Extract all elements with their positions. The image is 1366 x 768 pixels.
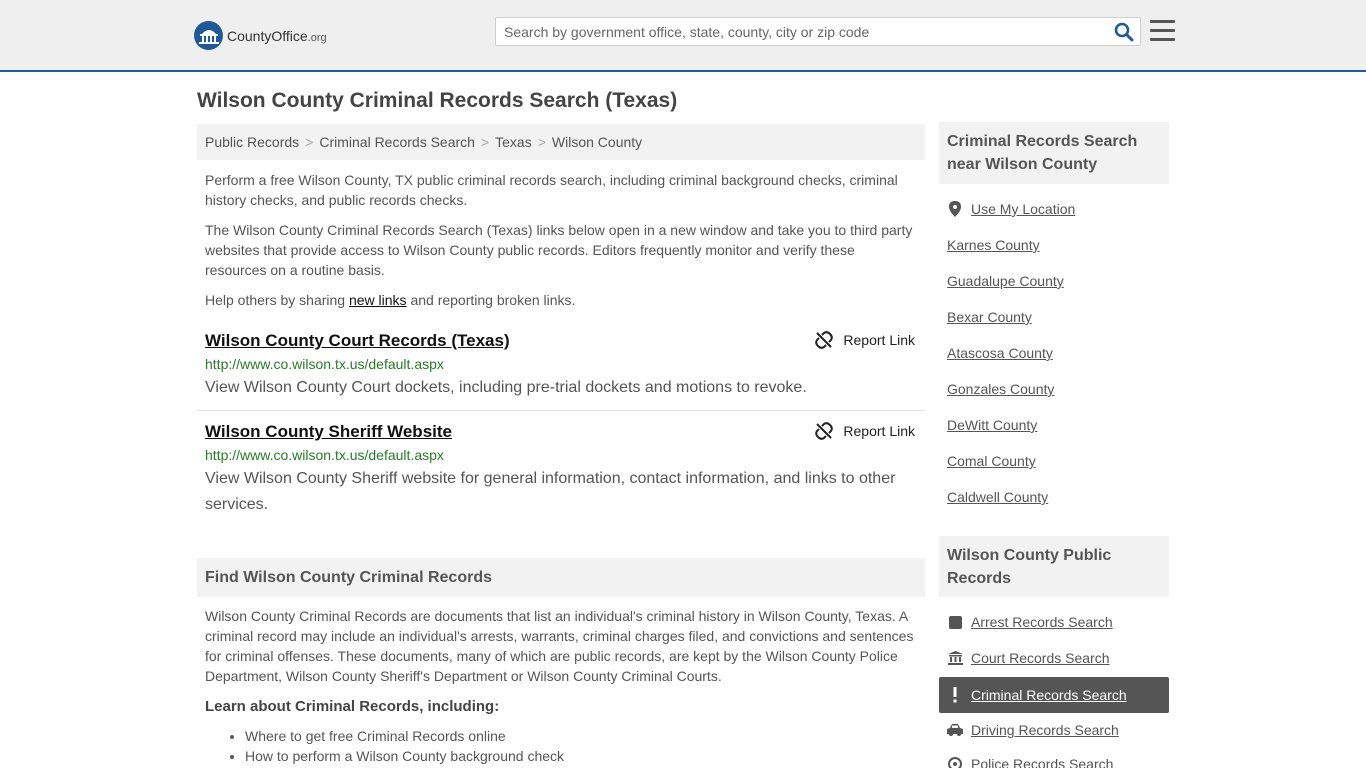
nearby-county-link[interactable]: Atascosa County [947,345,1053,361]
nearby-county-link[interactable]: Karnes County [947,237,1040,253]
nearby-county-link[interactable]: Bexar County [947,309,1032,325]
hamburger-menu-icon[interactable] [1150,20,1175,42]
disclaimer-paragraph: The Wilson County Criminal Records Searc… [205,222,913,278]
driving-records-link[interactable]: Driving Records Search [947,722,1119,738]
nearby-heading: Criminal Records Search near Wilson Coun… [939,122,1169,184]
page-title: Wilson County Criminal Records Search (T… [197,89,678,112]
report-link-button[interactable]: Report Link [815,422,915,440]
breadcrumb-separator: > [480,134,490,150]
criminal-records-link-active[interactable]: Criminal Records Search [939,677,1169,713]
broken-link-icon [815,422,834,440]
result-description: View Wilson County Sheriff website for g… [205,470,896,513]
site-search [495,17,1141,46]
breadcrumb-criminal-records[interactable]: Criminal Records Search [319,134,475,150]
map-pin-icon [947,201,963,217]
find-section-body: Wilson County Criminal Records are docum… [205,608,914,684]
capitol-icon [194,21,223,50]
result-item: Wilson County Court Records (Texas) Repo… [197,331,925,406]
search-icon[interactable] [1114,22,1134,42]
car-icon [947,724,963,736]
police-records-link[interactable]: Police Records Search [947,756,1113,768]
find-section-heading: Find Wilson County Criminal Records [197,558,925,597]
breadcrumb-separator: > [537,134,546,150]
breadcrumb-texas[interactable]: Texas [495,134,532,150]
nearby-county-link[interactable]: Comal County [947,453,1036,469]
report-link-button[interactable]: Report Link [815,331,915,349]
site-logo[interactable]: CountyOffice.org [194,21,327,50]
breadcrumb: Public Records > Criminal Records Search > T… [197,124,925,160]
nearby-county-link[interactable]: DeWitt County [947,417,1037,433]
court-records-link[interactable]: Court Records Search [947,650,1110,666]
nearby-county-link[interactable]: Guadalupe County [947,273,1064,289]
courthouse-icon [947,651,963,665]
police-badge-icon [947,757,963,768]
top-header: CountyOffice.org [0,0,1366,72]
nearby-county-link[interactable]: Gonzales County [947,381,1054,397]
arrest-records-link[interactable]: Arrest Records Search [947,614,1113,630]
result-title-link[interactable]: Wilson County Court Records (Texas) [205,331,510,351]
logo-wordmark: CountyOffice.org [227,27,327,44]
learn-list-item: How to perform a Wilson County backgroun… [245,746,564,766]
use-my-location-link[interactable]: Use My Location [947,201,1075,217]
result-url[interactable]: http://www.co.wilson.tx.us/default.aspx [205,447,444,463]
intro-paragraph: Perform a free Wilson County, TX public … [205,172,898,208]
breadcrumb-public-records[interactable]: Public Records [205,134,299,150]
share-paragraph: Help others by sharing new links and rep… [205,292,576,308]
public-records-heading: Wilson County Public Records [939,536,1169,597]
breadcrumb-wilson-county[interactable]: Wilson County [552,134,642,150]
new-links-link[interactable]: new links [349,292,407,308]
square-icon [947,615,963,629]
search-input[interactable] [496,18,1106,45]
result-url[interactable]: http://www.co.wilson.tx.us/default.aspx [205,356,444,372]
broken-link-icon [815,331,834,349]
exclamation-icon [947,687,963,703]
learn-list-item: Where to get free Criminal Records onlin… [245,726,564,746]
learn-list: Where to get free Criminal Records onlin… [245,726,564,766]
divider [197,410,925,411]
breadcrumb-separator: > [305,134,314,150]
result-item: Wilson County Sheriff Website Report Lin… [197,422,925,522]
result-title-link[interactable]: Wilson County Sheriff Website [205,422,452,442]
result-description: View Wilson County Court dockets, includ… [205,379,807,396]
learn-heading: Learn about Criminal Records, including: [205,698,500,715]
nearby-county-link[interactable]: Caldwell County [947,489,1048,505]
